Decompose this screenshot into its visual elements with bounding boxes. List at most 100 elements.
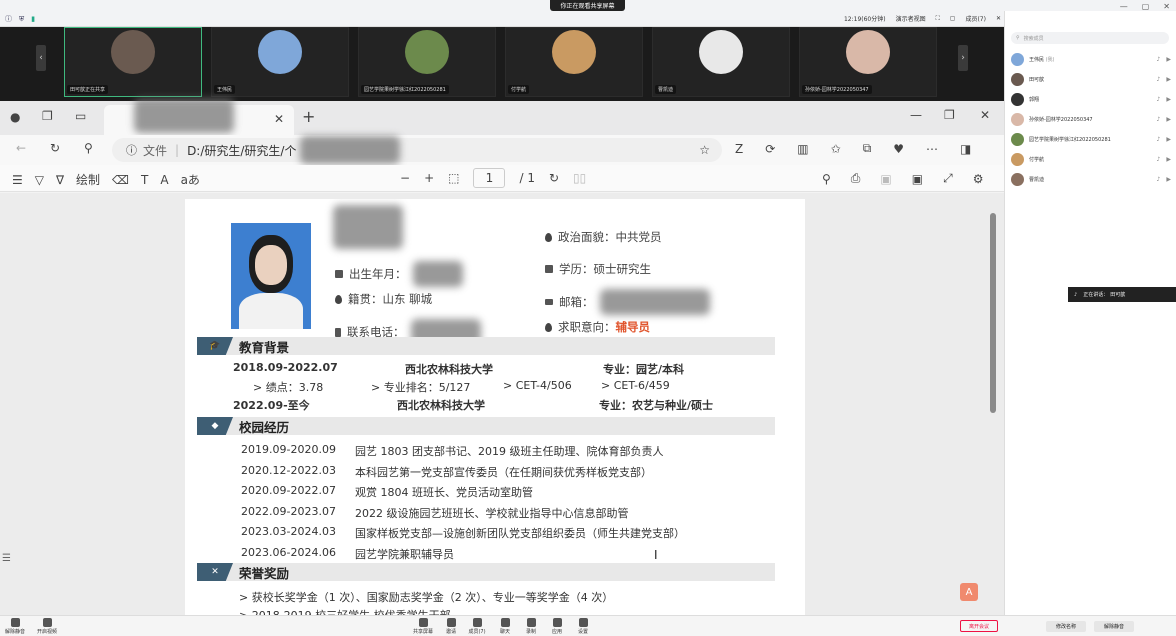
camera-icon[interactable]: ▶	[1166, 56, 1171, 63]
mic-icon[interactable]: ♪	[1157, 96, 1161, 103]
member-item[interactable]: 园艺学院果树学徐江红2022050281 ♪ ▶	[1011, 129, 1171, 149]
save-as-icon[interactable]: ▣	[912, 172, 923, 186]
zoom-in-icon[interactable]: +	[424, 171, 434, 185]
favorite-star-icon[interactable]: ☆	[699, 143, 710, 157]
eraser-icon[interactable]: ⌫	[112, 173, 129, 187]
member-item[interactable]: 曹凯迪 ♪ ▶	[1011, 169, 1171, 189]
print-icon[interactable]: ⎙	[851, 171, 861, 186]
performance-icon[interactable]: ♥	[893, 142, 904, 156]
rotate-icon[interactable]: ↻	[549, 171, 559, 185]
camera-icon[interactable]: ▶	[1166, 136, 1171, 143]
video-tile[interactable]: 孙依娇-园林学2022050347	[799, 27, 937, 97]
zoom-out-icon[interactable]: −	[400, 171, 410, 185]
two-page-icon[interactable]: ▯▯	[573, 171, 586, 185]
mic-icon[interactable]: ♪	[1157, 56, 1161, 63]
sidebar-expand-icon[interactable]: ☰	[2, 553, 11, 564]
rename-button[interactable]: 修改名称	[1046, 621, 1086, 632]
record-button[interactable]: 录制	[520, 618, 542, 635]
video-tile[interactable]: 付学航	[505, 27, 643, 97]
camera-icon[interactable]: ▶	[1166, 76, 1171, 83]
shield-icon[interactable]: ⛨	[19, 15, 24, 24]
members-button[interactable]: 成员(7)	[965, 14, 986, 23]
video-tile[interactable]: 曹凯迪	[652, 27, 790, 97]
translate-icon[interactable]: aあ	[181, 171, 200, 188]
member-item[interactable]: 郭翔 ♪ ▶	[1011, 89, 1171, 109]
read-aloud-icon[interactable]: A	[160, 173, 168, 187]
back-icon[interactable]: ←	[16, 141, 26, 155]
minimize-icon[interactable]: —	[1120, 2, 1128, 11]
fullscreen-icon[interactable]: ⛶	[936, 15, 940, 23]
page-number-input[interactable]: 1	[473, 168, 506, 188]
share-notice[interactable]: 你正在观看共享屏幕	[550, 0, 625, 11]
member-item[interactable]: 田可歆 ♪ ▶	[1011, 69, 1171, 89]
draw-icon[interactable]: ∇	[56, 173, 64, 187]
video-tile[interactable]: 田可歆正在共享	[64, 27, 202, 97]
meeting-time[interactable]: 12:19(60分钟)	[844, 14, 886, 23]
camera-icon[interactable]: ▶	[1166, 116, 1171, 123]
more-icon[interactable]: ⋯	[926, 142, 938, 156]
extension-icon[interactable]: ⟳	[765, 142, 775, 156]
save-icon[interactable]: ▣	[880, 172, 891, 186]
tab-actions-icon[interactable]: ▭	[75, 109, 86, 123]
camera-icon[interactable]: ▶	[1166, 156, 1171, 163]
draw-label[interactable]: 绘制	[76, 171, 100, 188]
mic-icon[interactable]: ♪	[1157, 116, 1161, 123]
video-tile[interactable]: 王伟民	[211, 27, 349, 97]
close-tab-icon[interactable]: ✕	[274, 112, 284, 126]
layout-button[interactable]: 演示者视图	[896, 14, 926, 23]
url-field[interactable]: ⓘ 文件 | D:/研究生/研究生/个 ☆	[112, 136, 722, 164]
tab-pdf[interactable]: ✕	[104, 99, 294, 135]
sidebar-toggle-icon[interactable]: ◨	[960, 142, 971, 156]
member-search[interactable]: ⚲ 搜索成员	[1011, 32, 1169, 44]
find-icon[interactable]: ⚲	[822, 172, 831, 186]
workspaces-icon[interactable]: ❐	[42, 109, 53, 123]
apps-button[interactable]: 应用	[546, 618, 568, 635]
pdf-viewer[interactable]: 出生年月： 籍贯：山东 聊城 联系电话： 政治面貌：中共党员 学历：硕士研究生 …	[0, 193, 1004, 619]
new-tab-icon[interactable]: +	[302, 107, 315, 126]
highlight-icon[interactable]: ▽	[35, 173, 44, 187]
settings-gear-icon[interactable]: ⚙	[973, 172, 984, 186]
browser-restore-icon[interactable]: ❐	[944, 108, 955, 122]
unmute-button[interactable]: 解除静音	[4, 618, 26, 635]
expand-icon[interactable]: ⤢	[943, 171, 953, 186]
window-icon[interactable]: ▢	[950, 15, 956, 22]
member-item[interactable]: 王伟民 (我) ♪ ▶	[1011, 49, 1171, 69]
info-icon[interactable]: ⓘ	[5, 14, 12, 24]
camera-icon[interactable]: ▶	[1166, 176, 1171, 183]
browser-minimize-icon[interactable]: —	[910, 108, 922, 122]
split-screen-icon[interactable]: ▥	[797, 142, 808, 156]
leave-meeting-button[interactable]: 离开会议	[960, 620, 998, 632]
mic-icon[interactable]: ♪	[1157, 176, 1161, 183]
collections-icon[interactable]: ⧉	[863, 141, 872, 156]
member-item[interactable]: 付学航 ♪ ▶	[1011, 149, 1171, 169]
prev-videos-button[interactable]: ‹	[36, 45, 46, 71]
refresh-icon[interactable]: ↻	[50, 141, 60, 155]
member-item[interactable]: 孙依娇-园林学2022050347 ♪ ▶	[1011, 109, 1171, 129]
mic-icon[interactable]: ♪	[1157, 136, 1161, 143]
unmute-all-button[interactable]: 解除静音	[1094, 621, 1134, 632]
favorites-icon[interactable]: ✩	[831, 142, 841, 156]
text-icon[interactable]: T	[141, 173, 148, 187]
close-icon[interactable]: ✕	[1163, 2, 1170, 11]
contents-icon[interactable]: ☰	[12, 173, 23, 187]
maximize-icon[interactable]: ▢	[1142, 2, 1150, 11]
pdf-scrollbar[interactable]	[990, 201, 998, 601]
invite-button[interactable]: 邀请	[440, 618, 462, 635]
camera-icon[interactable]: ▶	[1166, 96, 1171, 103]
fit-page-icon[interactable]: ⬚	[448, 171, 459, 185]
search-icon[interactable]: ⚲	[84, 141, 93, 155]
mic-icon[interactable]: ♪	[1157, 76, 1161, 83]
pdf-logo-icon[interactable]: A	[960, 583, 978, 601]
browser-close-icon[interactable]: ✕	[980, 108, 990, 122]
chat-button[interactable]: 聊天	[494, 618, 516, 635]
scroll-thumb[interactable]	[990, 213, 996, 413]
start-video-button[interactable]: 开启视频	[36, 618, 58, 635]
close-panel-icon[interactable]: ✕	[996, 15, 1001, 22]
next-videos-button[interactable]: ›	[958, 45, 968, 71]
share-screen-button[interactable]: 共享屏幕	[412, 618, 434, 635]
extension-z-icon[interactable]: Z	[735, 142, 743, 156]
mic-icon[interactable]: ♪	[1157, 156, 1161, 163]
profile-icon[interactable]: ●	[10, 110, 20, 124]
members-button[interactable]: 成员(7)	[466, 618, 488, 635]
video-tile[interactable]: 园艺学院果树学徐江红2022050281	[358, 27, 496, 97]
